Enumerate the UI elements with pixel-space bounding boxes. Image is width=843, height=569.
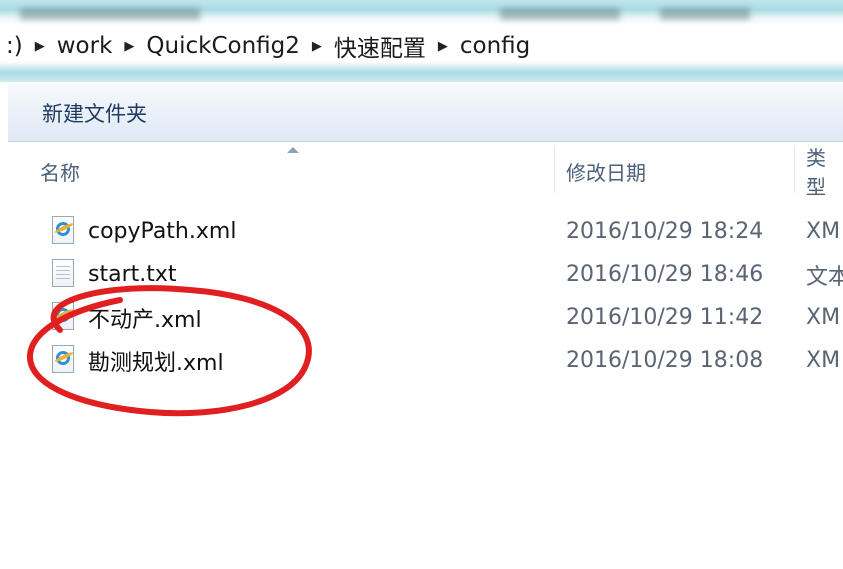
new-folder-button[interactable]: 新建文件夹 <box>32 96 157 130</box>
file-date: 2016/10/29 18:08 <box>566 348 764 373</box>
file-row[interactable]: 不动产.xml 2016/10/29 11:42 XM <box>8 296 843 339</box>
breadcrumb-item-config[interactable]: config <box>454 33 536 59</box>
file-name: copyPath.xml <box>88 219 237 244</box>
file-type: XM <box>806 348 841 373</box>
file-date: 2016/10/29 11:42 <box>566 305 764 330</box>
blurred-region <box>20 8 200 20</box>
toolbar: 新建文件夹 <box>8 84 843 142</box>
file-name: 勘测规划.xml <box>88 350 224 376</box>
file-date: 2016/10/29 18:46 <box>566 262 764 287</box>
text-file-icon <box>52 259 74 287</box>
column-header-row: 名称 修改日期 类型 <box>8 143 843 199</box>
breadcrumb-separator-icon[interactable]: ▶ <box>29 39 51 54</box>
column-header-type[interactable]: 类型 <box>806 143 843 199</box>
file-row[interactable]: copyPath.xml 2016/10/29 18:24 XM <box>8 210 843 253</box>
file-name: start.txt <box>88 262 177 287</box>
file-name: 不动产.xml <box>88 307 202 333</box>
breadcrumb-separator-icon[interactable]: ▶ <box>432 39 454 54</box>
column-header-name[interactable]: 名称 <box>40 143 80 199</box>
breadcrumb: :) ▶ work ▶ QuickConfig2 ▶ 快速配置 ▶ config <box>0 28 536 64</box>
ie-xml-icon <box>52 345 74 373</box>
column-divider[interactable] <box>794 147 795 193</box>
sort-ascending-icon <box>287 147 299 153</box>
column-header-date-modified[interactable]: 修改日期 <box>566 143 646 199</box>
file-type: 文本 <box>806 264 843 290</box>
file-row[interactable]: start.txt 2016/10/29 18:46 文本 <box>8 253 843 296</box>
column-divider[interactable] <box>554 147 555 193</box>
address-bar[interactable]: :) ▶ work ▶ QuickConfig2 ▶ 快速配置 ▶ config <box>0 0 843 82</box>
breadcrumb-separator-icon[interactable]: ▶ <box>118 39 140 54</box>
file-type: XM <box>806 305 841 330</box>
file-list: copyPath.xml 2016/10/29 18:24 XM start.t… <box>8 210 843 382</box>
ie-xml-icon <box>52 216 74 244</box>
breadcrumb-item-quickconfig2[interactable]: QuickConfig2 <box>140 33 305 59</box>
blurred-region <box>660 8 750 20</box>
file-date: 2016/10/29 18:24 <box>566 219 764 244</box>
breadcrumb-item-quick-config[interactable]: 快速配置 <box>328 29 432 63</box>
ie-xml-icon <box>52 302 74 330</box>
breadcrumb-item-drive[interactable]: :) <box>0 33 29 59</box>
breadcrumb-separator-icon[interactable]: ▶ <box>306 39 328 54</box>
blurred-region <box>500 8 620 20</box>
file-row[interactable]: 勘测规划.xml 2016/10/29 18:08 XM <box>8 339 843 382</box>
file-type: XM <box>806 219 841 244</box>
breadcrumb-item-work[interactable]: work <box>51 33 119 59</box>
